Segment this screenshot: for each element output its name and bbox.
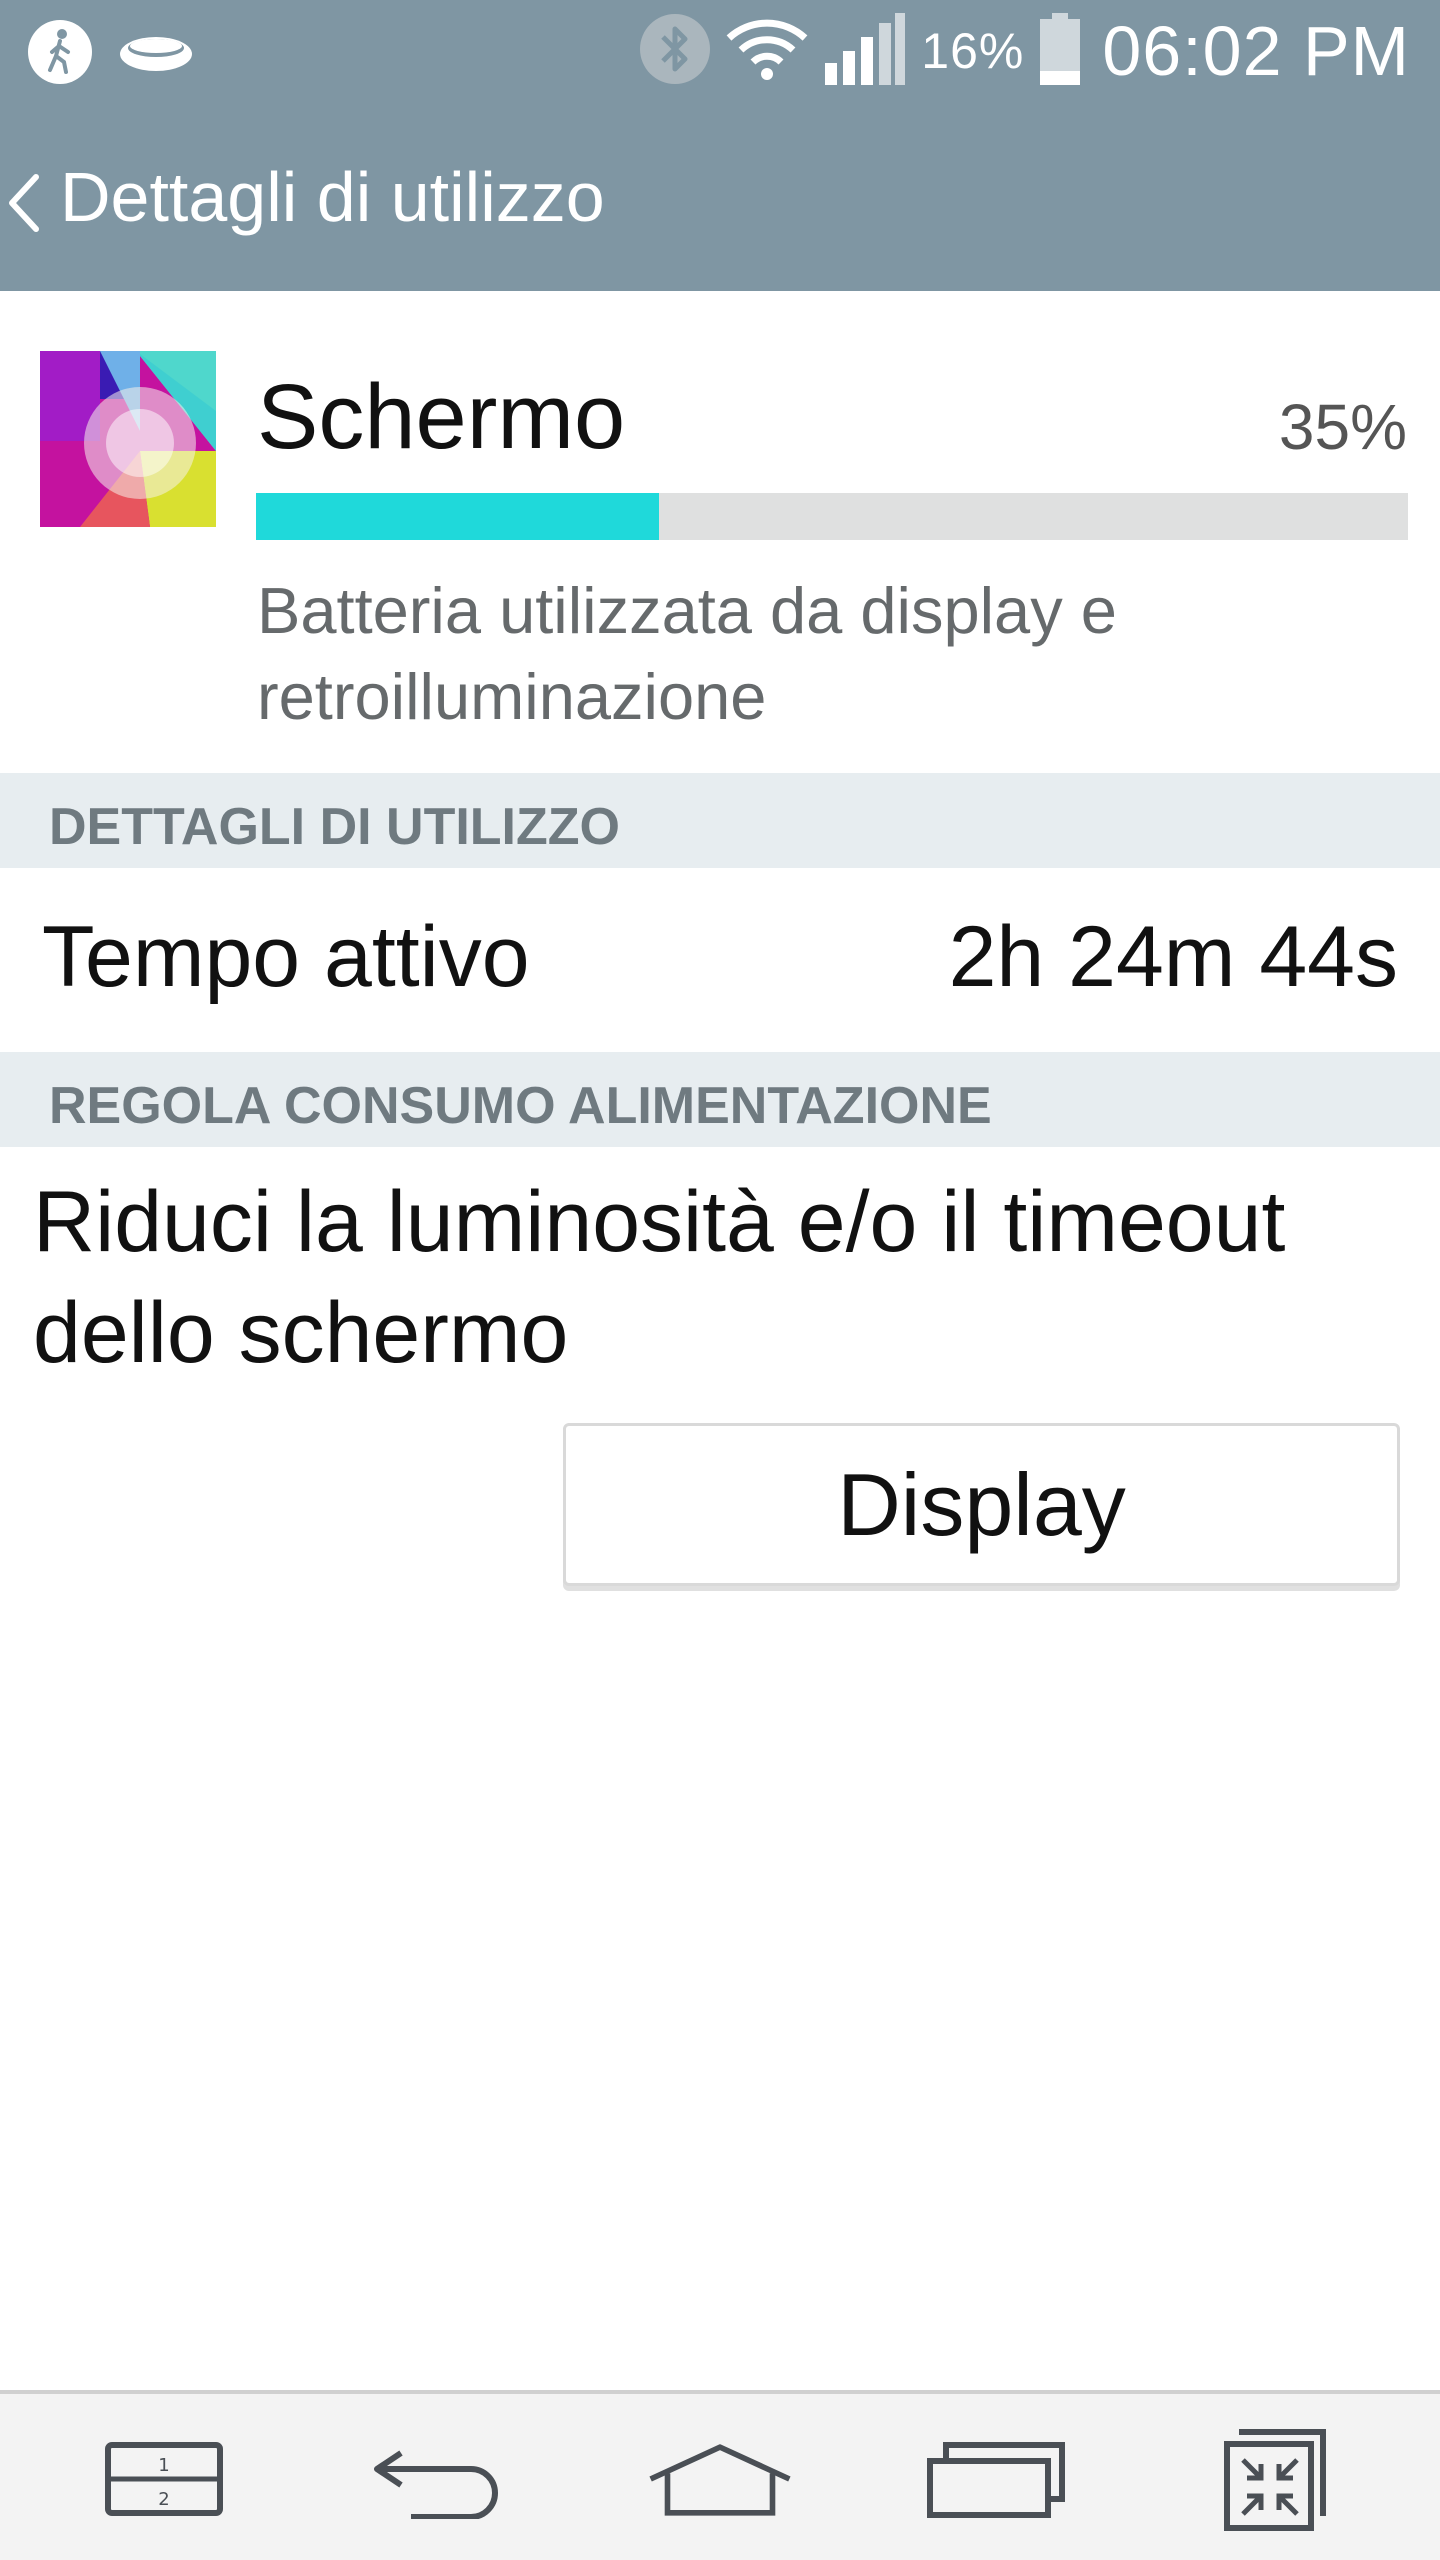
pedometer-icon xyxy=(26,18,94,91)
bluetooth-icon xyxy=(639,13,711,90)
screen-app-icon xyxy=(40,351,216,527)
section-header-power-adjust: REGOLA CONSUMO ALIMENTAZIONE xyxy=(0,1052,1440,1147)
active-time-row: Tempo attivo 2h 24m 44s xyxy=(0,868,1440,1052)
usage-progress-fill xyxy=(256,493,660,540)
screen: 16% 06:02 PM Dettagli di utilizzo Scherm… xyxy=(0,0,1440,2560)
status-icons: 16% 06:02 PM xyxy=(625,0,1410,102)
signal-icon xyxy=(823,11,907,92)
usage-percent: 35% xyxy=(1278,391,1407,463)
dual-window-icon[interactable]: 1 2 xyxy=(89,2424,239,2534)
home-icon[interactable] xyxy=(645,2424,795,2534)
navigation-bar: 1 2 xyxy=(0,2390,1440,2560)
back-icon[interactable] xyxy=(366,2424,516,2534)
svg-text:1: 1 xyxy=(158,2455,169,2476)
ring-icon xyxy=(118,28,194,79)
active-time-value: 2h 24m 44s xyxy=(948,909,1398,1005)
wifi-icon xyxy=(725,16,809,87)
mini-view-icon[interactable] xyxy=(1199,2424,1349,2534)
battery-percent: 16% xyxy=(921,23,1025,79)
chevron-left-icon xyxy=(4,173,44,238)
app-name: Schermo xyxy=(257,366,626,468)
active-time-label: Tempo attivo xyxy=(42,909,530,1005)
page-title: Dettagli di utilizzo xyxy=(60,158,605,236)
recent-apps-icon[interactable] xyxy=(921,2424,1071,2534)
usage-progress-bar xyxy=(256,493,1408,540)
clock: 06:02 PM xyxy=(1102,12,1410,90)
power-suggestion-text: Riduci la luminosità e/o il timeout dell… xyxy=(33,1174,1286,1381)
status-bar: 16% 06:02 PM xyxy=(0,0,1440,102)
battery-icon xyxy=(1038,11,1082,92)
app-description: Batteria utilizzata da display e retroil… xyxy=(257,574,1117,733)
svg-text:2: 2 xyxy=(158,2489,169,2510)
display-settings-button[interactable]: Display xyxy=(563,1423,1400,1586)
section-title: DETTAGLI DI UTILIZZO xyxy=(49,798,620,856)
action-bar: Dettagli di utilizzo xyxy=(0,102,1440,291)
section-header-usage-details: DETTAGLI DI UTILIZZO xyxy=(0,773,1440,868)
top-bar: 16% 06:02 PM Dettagli di utilizzo xyxy=(0,0,1440,291)
section-title: REGOLA CONSUMO ALIMENTAZIONE xyxy=(49,1077,992,1135)
